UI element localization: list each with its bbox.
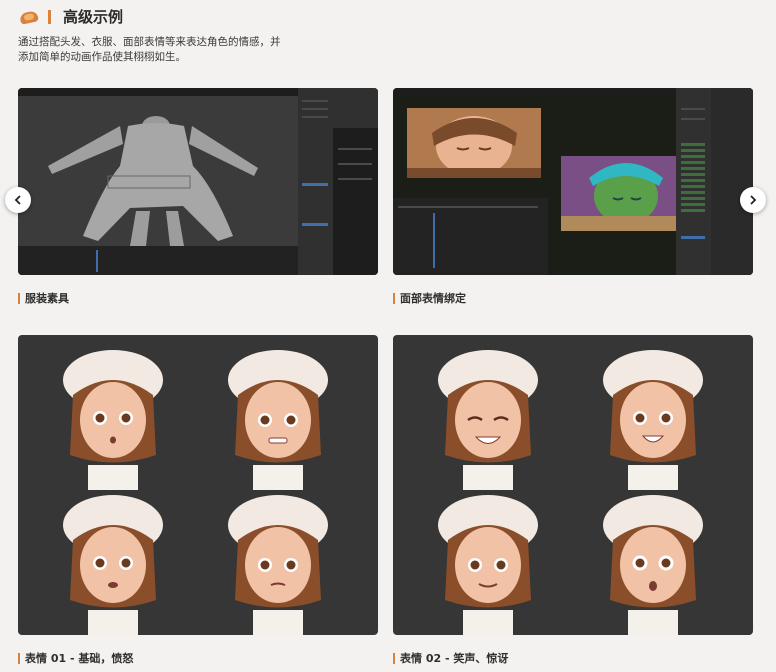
chevron-left-icon <box>14 195 21 205</box>
character-face-image <box>228 495 328 635</box>
character-face-image <box>438 350 538 490</box>
section-description: 通过搭配头发、衣服、面部表情等来表达角色的情感，并 添加简单的动画作品使其栩栩如… <box>18 36 281 63</box>
card-caption: 表情 02 - 笑声、惊讶 <box>393 650 508 666</box>
chevron-right-icon <box>750 195 757 205</box>
card-face-rig-preview[interactable] <box>393 88 753 275</box>
character-face-image <box>63 350 163 490</box>
carousel-prev-button[interactable] <box>5 187 31 213</box>
card-caption: 服装素具 <box>18 290 69 306</box>
face-rig-render-2 <box>561 156 676 231</box>
character-face-image <box>63 495 163 635</box>
card-expression-01[interactable] <box>18 335 378 635</box>
section-title: 高级示例 <box>63 8 124 26</box>
card-clothing-preview[interactable] <box>18 88 378 275</box>
card-caption: 面部表情绑定 <box>393 290 466 306</box>
carousel-next-button[interactable] <box>740 187 766 213</box>
face-rig-render-1 <box>407 108 541 178</box>
section-header: 高级示例 <box>18 6 123 27</box>
character-face-image <box>603 350 703 490</box>
character-face-image <box>228 350 328 490</box>
card-caption: 表情 01 - 基础，愤怒 <box>18 650 133 666</box>
clothed-model-image <box>48 116 258 246</box>
card-expression-02[interactable] <box>393 335 753 635</box>
character-face-image <box>438 495 538 635</box>
croissant-icon <box>18 9 40 25</box>
accent-bar <box>48 9 51 24</box>
character-face-image <box>603 495 703 635</box>
